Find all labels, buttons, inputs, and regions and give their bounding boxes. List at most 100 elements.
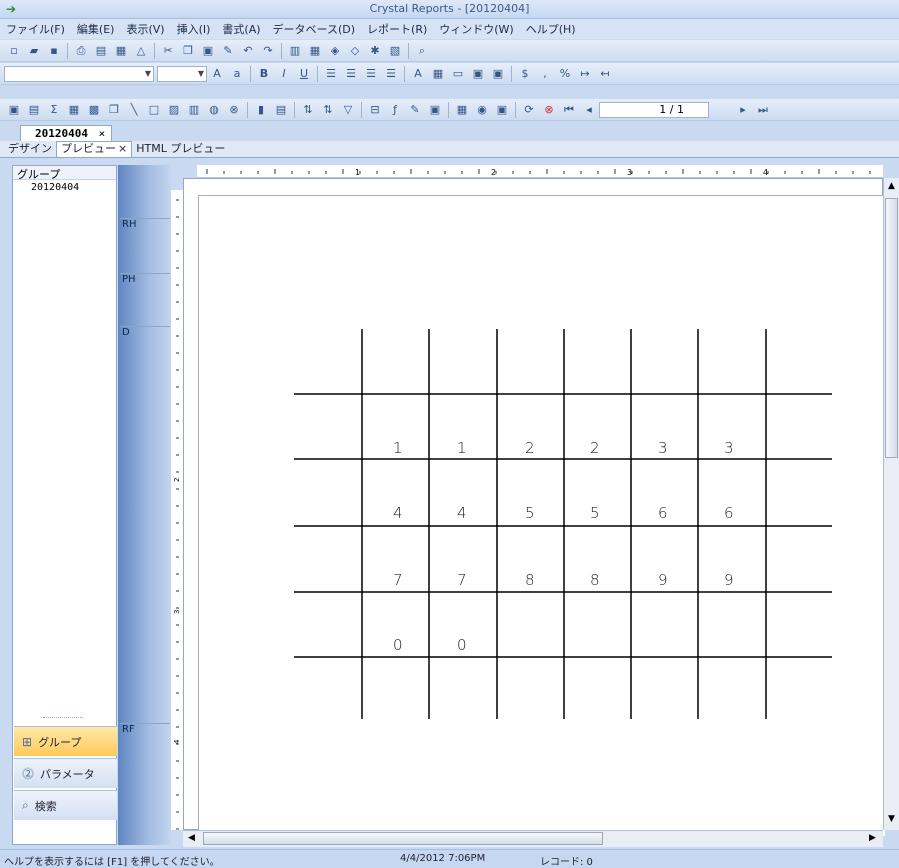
last-page-icon[interactable]: ⏭ xyxy=(755,102,771,118)
justify-icon[interactable]: ☰ xyxy=(383,66,399,82)
italic-icon[interactable]: I xyxy=(276,66,292,82)
stop-icon[interactable]: ⊗ xyxy=(541,102,557,118)
subreport-icon[interactable]: ❐ xyxy=(106,102,122,118)
open-icon[interactable]: ▰ xyxy=(26,43,42,59)
vertical-scrollbar[interactable]: ▲ ▼ xyxy=(883,178,899,830)
percent-icon[interactable]: % xyxy=(557,66,573,82)
sort-asc-icon[interactable]: ⇅ xyxy=(300,102,316,118)
document-tab[interactable]: 20120404 × xyxy=(20,125,113,142)
grow-font-icon[interactable]: A xyxy=(209,66,225,82)
paste-icon[interactable]: ▣ xyxy=(200,43,216,59)
menu-insert[interactable]: 挿入(I) xyxy=(171,21,217,37)
olap-icon[interactable]: ▩ xyxy=(86,102,102,118)
menu-window[interactable]: ウィンドウ(W) xyxy=(433,21,519,37)
close-icon[interactable]: × xyxy=(118,142,127,155)
summary-icon[interactable]: Σ xyxy=(46,102,62,118)
redo-icon[interactable]: ↷ xyxy=(260,43,276,59)
zoom-icon[interactable]: ▦ xyxy=(454,102,470,118)
tab-design[interactable]: デザイン xyxy=(4,142,56,157)
thousands-icon[interactable]: , xyxy=(537,66,553,82)
map-icon[interactable]: ◍ xyxy=(206,102,222,118)
nav-button-parameter[interactable]: ⓶ パラメータ xyxy=(14,758,117,788)
cut-icon[interactable]: ✂ xyxy=(160,43,176,59)
first-page-icon[interactable]: ⏮ xyxy=(561,102,577,118)
align-center-icon[interactable]: ☰ xyxy=(343,66,359,82)
scroll-left-icon[interactable]: ◀ xyxy=(188,833,195,843)
align-left-icon[interactable]: ☰ xyxy=(323,66,339,82)
toggle-tree-icon[interactable]: ▥ xyxy=(287,43,303,59)
page-setup-icon[interactable]: △ xyxy=(133,43,149,59)
print-preview-icon[interactable]: ▤ xyxy=(93,43,109,59)
band-details[interactable]: D xyxy=(120,326,170,726)
menu-edit[interactable]: 編集(E) xyxy=(71,21,121,37)
select-expert-icon[interactable]: ⊟ xyxy=(367,102,383,118)
align-right-icon[interactable]: ☰ xyxy=(363,66,379,82)
refresh-data-icon[interactable]: ▣ xyxy=(494,102,510,118)
bold-icon[interactable]: B xyxy=(256,66,272,82)
nav-button-group[interactable]: ⊞ グループ xyxy=(14,726,117,756)
crosstab-icon[interactable]: ▦ xyxy=(66,102,82,118)
group-tree-item[interactable]: 20120404 xyxy=(31,182,79,193)
underline-icon[interactable]: U xyxy=(296,66,312,82)
template-icon[interactable]: ▣ xyxy=(427,102,443,118)
dependency-icon[interactable]: ✱ xyxy=(367,43,383,59)
menu-format[interactable]: 書式(A) xyxy=(216,21,266,37)
suppress-icon[interactable]: ▭ xyxy=(450,66,466,82)
font-color-icon[interactable]: A xyxy=(410,66,426,82)
save-icon[interactable]: ▪ xyxy=(46,43,62,59)
scroll-right-icon[interactable]: ▶ xyxy=(869,833,876,843)
scroll-down-icon[interactable]: ▼ xyxy=(888,814,895,824)
text-object-icon[interactable]: ▣ xyxy=(6,102,22,118)
lock-format-icon[interactable]: ▣ xyxy=(470,66,486,82)
splitter-grip[interactable] xyxy=(43,717,83,718)
refresh-icon[interactable]: ⟳ xyxy=(521,102,537,118)
band-report-header[interactable]: RH xyxy=(120,218,170,273)
section-expert-icon[interactable]: ▤ xyxy=(273,102,289,118)
formula-icon[interactable]: ƒ xyxy=(387,102,403,118)
font-name-combo[interactable]: ▼ xyxy=(4,65,154,82)
undo-icon[interactable]: ↶ xyxy=(240,43,256,59)
page-number-field[interactable]: 1 / 1 xyxy=(599,101,709,118)
tab-preview[interactable]: プレビュー × xyxy=(56,141,133,157)
highlight-icon[interactable]: ✎ xyxy=(407,102,423,118)
vertical-scroll-thumb[interactable] xyxy=(885,198,898,458)
font-size-combo[interactable]: ▼ xyxy=(157,65,207,82)
drill-icon[interactable]: ◉ xyxy=(474,102,490,118)
currency-icon[interactable]: $ xyxy=(517,66,533,82)
next-page-icon[interactable]: ▸ xyxy=(735,102,751,118)
menu-file[interactable]: ファイル(F) xyxy=(0,21,71,37)
menu-database[interactable]: データベース(D) xyxy=(267,21,362,37)
shrink-font-icon[interactable]: a xyxy=(229,66,245,82)
menu-report[interactable]: レポート(R) xyxy=(361,21,433,37)
close-icon[interactable]: × xyxy=(99,127,106,140)
repository-icon[interactable]: ◇ xyxy=(347,43,363,59)
decrease-decimal-icon[interactable]: ↤ xyxy=(597,66,613,82)
menu-view[interactable]: 表示(V) xyxy=(120,21,170,37)
find-icon[interactable]: ⌕ xyxy=(414,43,430,59)
band-report-footer[interactable]: RF xyxy=(120,723,170,803)
chart-icon[interactable]: ▥ xyxy=(186,102,202,118)
band-page-header[interactable]: PH xyxy=(120,273,170,326)
line-icon[interactable]: ╲ xyxy=(126,102,142,118)
format-painter-icon[interactable]: ✎ xyxy=(220,43,236,59)
menu-help[interactable]: ヘルプ(H) xyxy=(520,21,582,37)
flash-icon[interactable]: ⊗ xyxy=(226,102,242,118)
horizontal-scroll-thumb[interactable] xyxy=(203,832,603,845)
nav-button-search[interactable]: ⌕ 検索 xyxy=(14,790,117,820)
increase-decimal-icon[interactable]: ↦ xyxy=(577,66,593,82)
group-icon[interactable]: ▤ xyxy=(26,102,42,118)
export-icon[interactable]: ▦ xyxy=(113,43,129,59)
picture-icon[interactable]: ▨ xyxy=(166,102,182,118)
field-explorer-icon[interactable]: ▦ xyxy=(307,43,323,59)
lock-size-icon[interactable]: ▣ xyxy=(490,66,506,82)
sort-desc-icon[interactable]: ⇅ xyxy=(320,102,336,118)
previous-page-icon[interactable]: ◂ xyxy=(581,102,597,118)
horizontal-scrollbar[interactable]: ◀ ▶ xyxy=(183,830,883,847)
scroll-up-icon[interactable]: ▲ xyxy=(888,181,895,191)
print-icon[interactable]: ⎙ xyxy=(73,43,89,59)
workbench-icon[interactable]: ▧ xyxy=(387,43,403,59)
filter-icon[interactable]: ▽ xyxy=(340,102,356,118)
border-icon[interactable]: ▦ xyxy=(430,66,446,82)
new-icon[interactable]: ▫ xyxy=(6,43,22,59)
copy-icon[interactable]: ❐ xyxy=(180,43,196,59)
